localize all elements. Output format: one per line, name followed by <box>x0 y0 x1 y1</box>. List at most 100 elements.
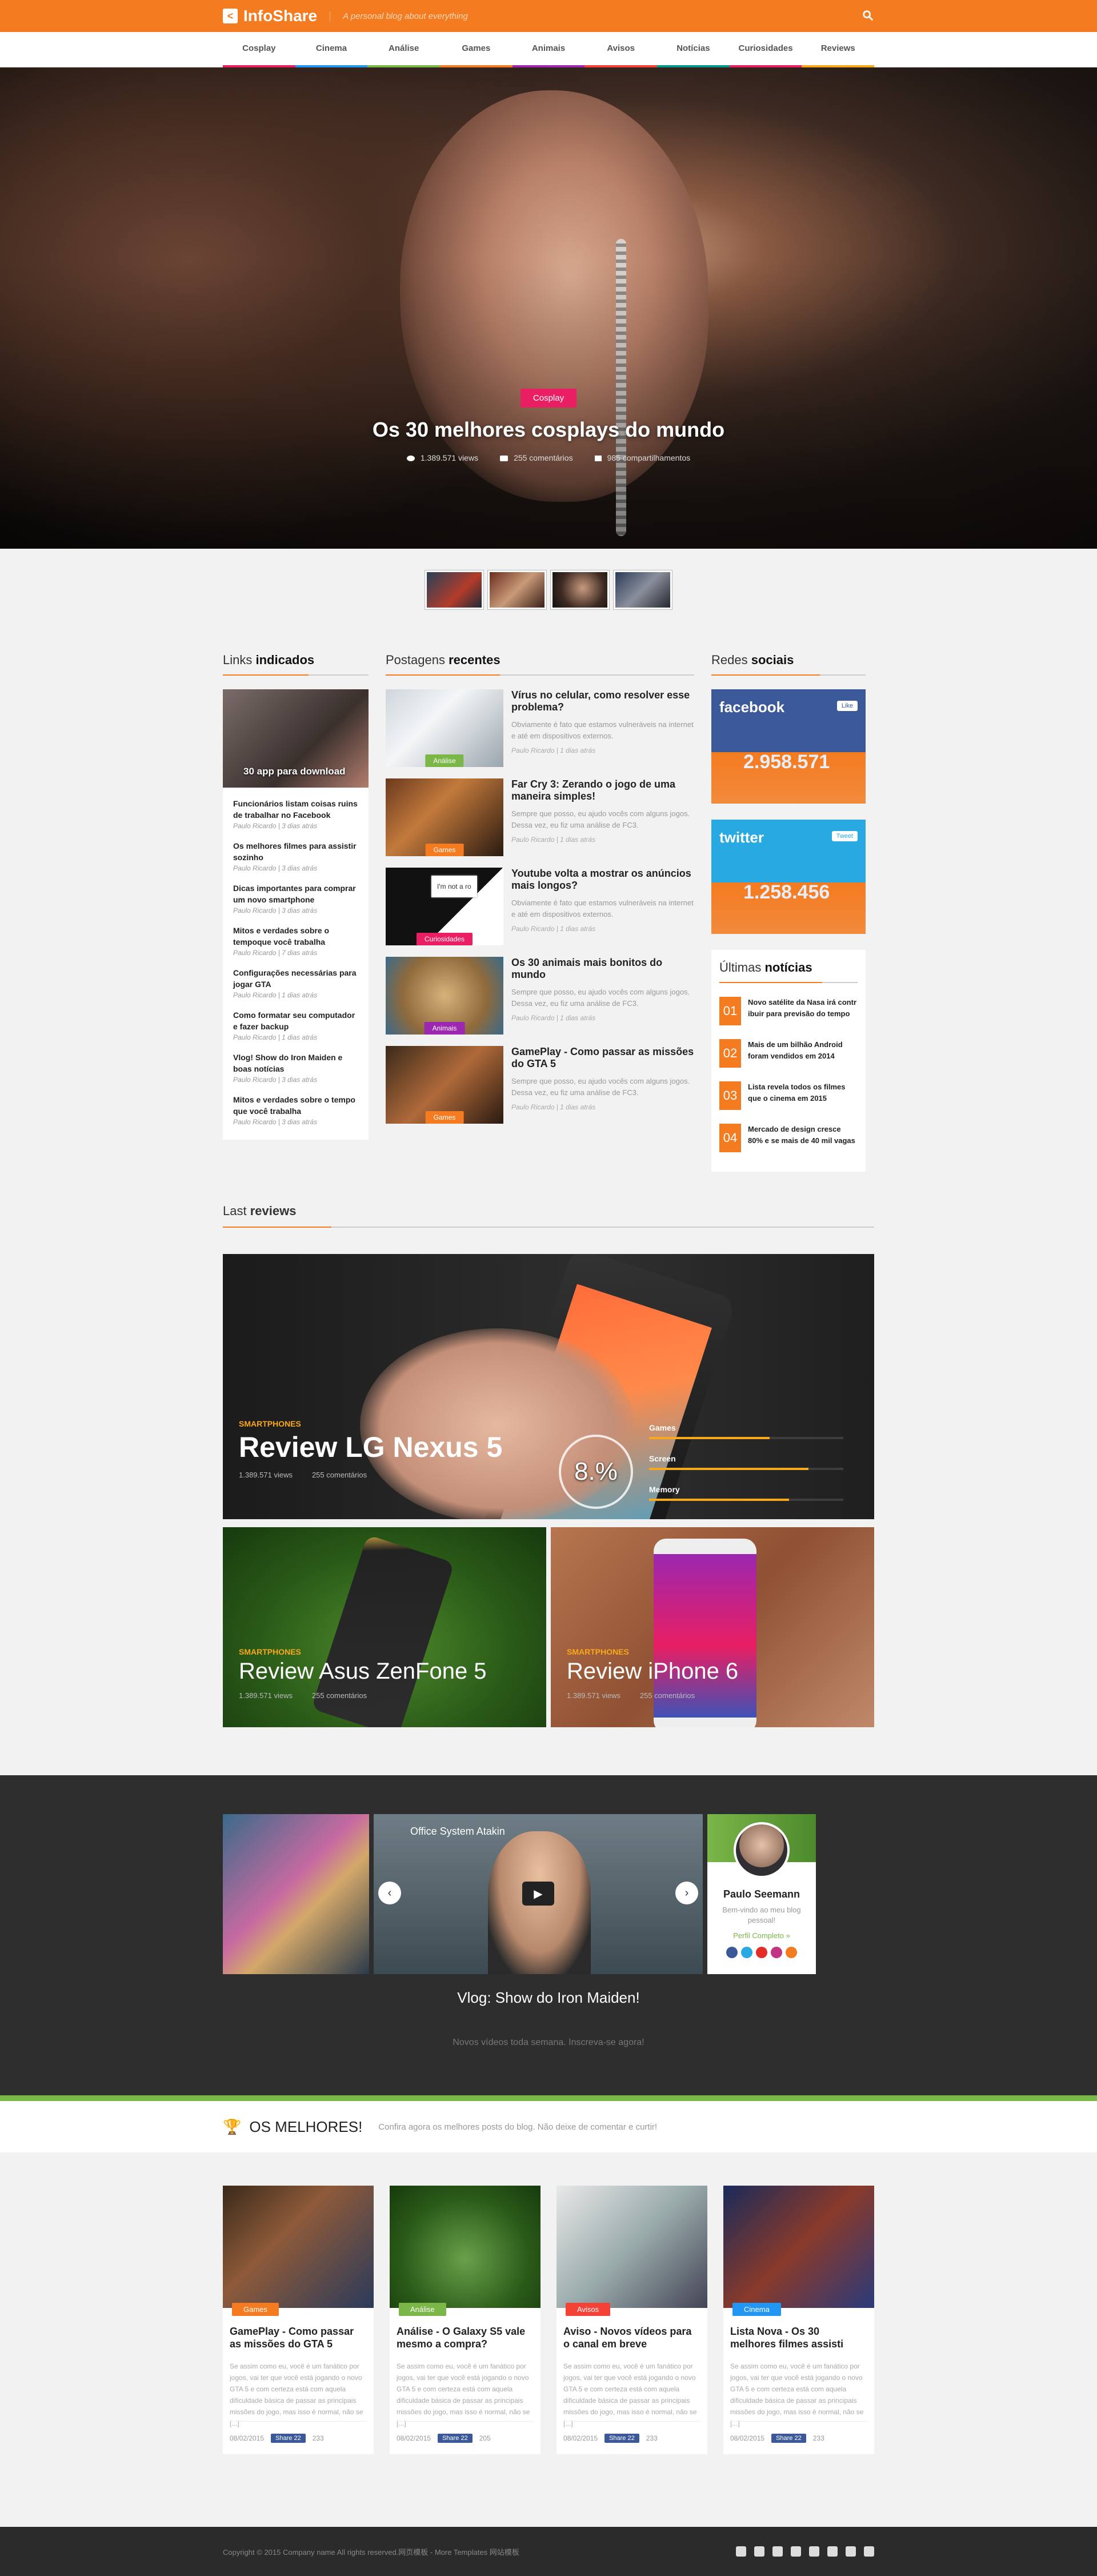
list-item[interactable]: Vlog! Show do Iron Maiden e boas notícia… <box>233 1052 358 1084</box>
links-feature-card[interactable]: 30 app para download <box>223 689 369 788</box>
news-title[interactable]: Lista revela todos os filmes que o cinem… <box>748 1081 858 1110</box>
post-category-badge[interactable]: Animais <box>424 1022 465 1035</box>
news-title[interactable]: Mercado de design cresce 80% e se mais d… <box>748 1124 858 1152</box>
news-title[interactable]: Mais de um bilhão Android foram vendidos… <box>748 1039 858 1068</box>
logo[interactable]: < InfoShare <box>223 7 317 25</box>
link-title[interactable]: Configurações necessárias para jogar GTA <box>233 967 358 990</box>
prev-arrow-icon[interactable]: ‹ <box>378 1882 401 1904</box>
card-category-badge[interactable]: Avisos <box>566 2303 611 2316</box>
post-item[interactable]: Games Far Cry 3: Zerando o jogo de uma ma… <box>386 778 694 856</box>
list-item[interactable]: Os melhores filmes para assistir sozinho… <box>233 840 358 872</box>
review-category[interactable]: SMARTPHONES <box>239 1647 487 1656</box>
twitter-box[interactable]: twitter Tweet 1.258.456 <box>711 820 866 934</box>
card-image[interactable]: Avisos <box>556 2186 707 2316</box>
list-item[interactable]: Mitos e verdades sobre o tempoque você t… <box>233 925 358 957</box>
nav-item-6[interactable]: Notícias <box>657 32 730 67</box>
post-category-badge[interactable]: Análise <box>425 754 464 767</box>
list-item[interactable]: Como formatar seu computador e fazer bac… <box>233 1009 358 1041</box>
news-item[interactable]: 03 Lista revela todos os filmes que o cin… <box>719 1081 858 1110</box>
review-category[interactable]: SMARTPHONES <box>239 1419 502 1428</box>
card-image[interactable]: Games <box>223 2186 374 2316</box>
nav-item-2[interactable]: Análise <box>367 32 441 67</box>
play-icon[interactable]: ▶ <box>522 1882 554 1906</box>
card-image[interactable]: Análise <box>390 2186 541 2316</box>
hero-slider[interactable]: Cosplay Os 30 melhores cosplays do mundo… <box>0 67 1097 549</box>
share-button[interactable]: Share 22 <box>604 2433 639 2443</box>
share-button[interactable]: Share 22 <box>438 2433 473 2443</box>
card-title[interactable]: Aviso - Novos vídeos para o canal em bre… <box>563 2325 700 2350</box>
post-title[interactable]: GamePlay - Como passar as missões do GTA… <box>511 1046 694 1070</box>
review-card-iphone[interactable]: SMARTPHONES Review iPhone 6 1.389.571 vi… <box>551 1527 874 1727</box>
best-post-card[interactable]: Cinema Lista Nova - Os 30 melhores filmes… <box>723 2186 874 2454</box>
link-title[interactable]: Os melhores filmes para assistir sozinho <box>233 840 358 863</box>
pinterest-icon[interactable] <box>864 2546 874 2557</box>
nav-item-0[interactable]: Cosplay <box>223 32 295 67</box>
rss-icon[interactable] <box>786 1947 797 1958</box>
flickr-icon[interactable] <box>809 2546 819 2557</box>
best-post-card[interactable]: Análise Análise - O Galaxy S5 vale mesmo … <box>390 2186 541 2454</box>
news-item[interactable]: 04 Mercado de design cresce 80% e se mais… <box>719 1124 858 1152</box>
post-image[interactable]: I'm not a ro Curiosidades <box>386 868 503 945</box>
twitter-icon[interactable] <box>754 2546 764 2557</box>
share-button[interactable]: Share 22 <box>271 2433 306 2443</box>
news-item[interactable]: 02 Mais de um bilhão Android foram vendid… <box>719 1039 858 1068</box>
list-item[interactable]: Funcionários listam coisas ruins de trab… <box>233 798 358 830</box>
best-post-card[interactable]: Games GamePlay - Como passar as missões d… <box>223 2186 374 2454</box>
vlog-video-player[interactable]: Office System Atakin ‹ ▶ › <box>374 1814 703 1974</box>
post-image[interactable]: Animais <box>386 957 503 1035</box>
post-title[interactable]: Vírus no celular, como resolver esse pro… <box>511 689 694 713</box>
card-title[interactable]: Análise - O Galaxy S5 vale mesmo a compr… <box>397 2325 534 2350</box>
review-main-card[interactable]: SMARTPHONES Review LG Nexus 5 1.389.571 … <box>223 1254 874 1519</box>
slider-thumb[interactable] <box>614 570 672 609</box>
nav-item-1[interactable]: Cinema <box>295 32 368 67</box>
search-icon[interactable] <box>862 9 874 22</box>
news-item[interactable]: 01 Novo satélite da Nasa irá contr ibuir … <box>719 997 858 1025</box>
link-title[interactable]: Mitos e verdades sobre o tempo que você … <box>233 1094 358 1117</box>
twitter-tweet-button[interactable]: Tweet <box>831 831 858 841</box>
best-post-card[interactable]: Avisos Aviso - Novos vídeos para o canal … <box>556 2186 707 2454</box>
post-title[interactable]: Far Cry 3: Zerando o jogo de uma maneira… <box>511 778 694 802</box>
hero-title[interactable]: Os 30 melhores cosplays do mundo <box>0 418 1097 442</box>
facebook-icon[interactable] <box>736 2546 746 2557</box>
facebook-like-button[interactable]: Like <box>836 701 858 711</box>
facebook-icon[interactable] <box>726 1947 738 1958</box>
avatar[interactable] <box>734 1822 790 1878</box>
post-image[interactable]: Games <box>386 778 503 856</box>
list-item[interactable]: Mitos e verdades sobre o tempo que você … <box>233 1094 358 1126</box>
card-title[interactable]: GamePlay - Como passar as missões do GTA… <box>230 2325 367 2350</box>
card-category-badge[interactable]: Cinema <box>732 2303 781 2316</box>
dribbble-icon[interactable] <box>846 2546 856 2557</box>
review-category[interactable]: SMARTPHONES <box>567 1647 738 1656</box>
share-button[interactable]: Share 22 <box>771 2433 806 2443</box>
twitter-icon[interactable] <box>741 1947 752 1958</box>
post-item[interactable]: Análise Vírus no celular, como resolver e… <box>386 689 694 767</box>
profile-link[interactable]: Perfil Completo » <box>707 1931 816 1940</box>
slider-thumb[interactable] <box>551 570 609 609</box>
post-title[interactable]: Youtube volta a mostrar os anúncios mais… <box>511 868 694 892</box>
review-card-zenfone[interactable]: SMARTPHONES Review Asus ZenFone 5 1.389.… <box>223 1527 546 1727</box>
post-image[interactable]: Análise <box>386 689 503 767</box>
post-category-badge[interactable]: Games <box>425 844 464 856</box>
hero-category-badge[interactable]: Cosplay <box>520 389 577 408</box>
post-item[interactable]: I'm not a ro Curiosidades Youtube volta a … <box>386 868 694 945</box>
rss-icon[interactable] <box>772 2546 783 2557</box>
linkedin-icon[interactable] <box>827 2546 838 2557</box>
post-item[interactable]: Games GamePlay - Como passar as missões d… <box>386 1046 694 1124</box>
instagram-icon[interactable] <box>771 1947 782 1958</box>
news-title[interactable]: Novo satélite da Nasa irá contr ibuir pa… <box>748 997 858 1025</box>
card-category-badge[interactable]: Games <box>232 2303 279 2316</box>
card-title[interactable]: Lista Nova - Os 30 melhores filmes assis… <box>730 2325 867 2350</box>
review-title[interactable]: Review LG Nexus 5 <box>239 1431 502 1464</box>
card-image[interactable]: Cinema <box>723 2186 874 2316</box>
vlog-title[interactable]: Vlog: Show do Iron Maiden! <box>223 1989 874 2007</box>
link-title[interactable]: Dicas importantes para comprar um novo s… <box>233 882 358 905</box>
link-title[interactable]: Como formatar seu computador e fazer bac… <box>233 1009 358 1032</box>
link-title[interactable]: Vlog! Show do Iron Maiden e boas notícia… <box>233 1052 358 1075</box>
list-item[interactable]: Dicas importantes para comprar um novo s… <box>233 882 358 914</box>
post-category-badge[interactable]: Curiosidades <box>416 933 473 945</box>
post-item[interactable]: Animais Os 30 animais mais bonitos do mun… <box>386 957 694 1035</box>
list-item[interactable]: Configurações necessárias para jogar GTA… <box>233 967 358 999</box>
nav-item-8[interactable]: Reviews <box>802 32 875 67</box>
google-plus-icon[interactable] <box>791 2546 801 2557</box>
review-title[interactable]: Review Asus ZenFone 5 <box>239 1659 487 1684</box>
